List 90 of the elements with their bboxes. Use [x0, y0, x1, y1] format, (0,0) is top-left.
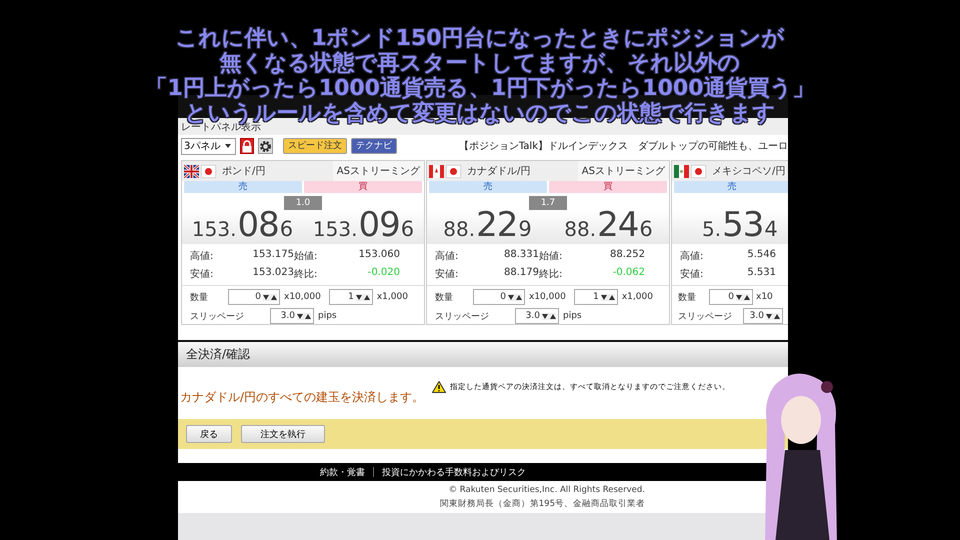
- stat-value: 153.023: [252, 267, 294, 280]
- flag-icon: [674, 164, 689, 178]
- ask-price[interactable]: 153.096: [312, 208, 414, 244]
- flag-icon: [429, 164, 444, 178]
- stat-value: 5.531: [746, 267, 776, 280]
- quantity-label: 数量: [435, 292, 454, 304]
- technavi-button[interactable]: テクナビ: [350, 138, 397, 154]
- slippage-label: スリッページ: [190, 310, 245, 322]
- slippage-label: スリッページ: [435, 310, 490, 322]
- stat-value: 5.546: [746, 249, 776, 262]
- confirm-message: カナダドル/円のすべての建玉を決済します。: [180, 388, 424, 406]
- flag-icon: [446, 164, 461, 178]
- spinner-arrows-icon[interactable]: [542, 312, 556, 320]
- stat-label: 高値:: [680, 250, 704, 263]
- stat-value: 153.060: [358, 249, 400, 262]
- bid-price[interactable]: 88.22 9: [443, 208, 532, 244]
- unit-label: pips: [318, 311, 337, 321]
- section-title: 全決済/確認: [186, 346, 250, 363]
- spinner-arrows-icon[interactable]: [766, 312, 780, 320]
- quantity-input[interactable]: 0: [473, 289, 525, 305]
- footer-link[interactable]: 約款・覚書: [320, 466, 365, 478]
- feed-label: ASストリーミング: [578, 161, 669, 181]
- subtitle-line: 無くなる状態で再スタートしてますが、それ以外の: [220, 51, 740, 76]
- stat-label: 終比:: [294, 268, 318, 281]
- currency-pair: ポンド/円: [222, 165, 266, 178]
- spinner-arrows-icon[interactable]: [297, 312, 311, 320]
- stat-label: 安値:: [680, 268, 704, 281]
- warning-icon: [432, 381, 446, 393]
- unit-label: x10,000: [284, 292, 321, 302]
- spinner-arrows-icon[interactable]: [508, 294, 522, 300]
- flag-icon: [201, 164, 216, 178]
- spinner-arrows-icon[interactable]: [600, 294, 615, 300]
- bid-price[interactable]: 153.086: [192, 208, 294, 244]
- stat-label: 高値:: [435, 250, 460, 263]
- action-button[interactable]: 戻る: [186, 425, 232, 443]
- quantity-input[interactable]: 0: [709, 289, 753, 305]
- unit-label: x1,000: [622, 292, 653, 302]
- sell-label: 売: [674, 181, 788, 193]
- quantity-input[interactable]: 1: [328, 289, 373, 305]
- stat-label: 終比:: [539, 268, 564, 281]
- spinner-arrows-icon[interactable]: [356, 294, 370, 300]
- unit-label: x1,000: [376, 292, 408, 302]
- stat-label: 始値:: [539, 250, 564, 263]
- registration-text: 関東財務局長（金商）第195号、金融商品取引業者: [440, 498, 645, 510]
- stat-value: -0.062: [612, 267, 645, 280]
- lock-button[interactable]: [240, 138, 254, 154]
- slippage-input[interactable]: 3.0: [515, 308, 559, 324]
- ask-price[interactable]: 88.246: [564, 208, 653, 244]
- settings-button[interactable]: [258, 138, 273, 154]
- stat-value: 88.179: [503, 267, 539, 280]
- stat-label: 安値:: [190, 268, 214, 281]
- spinner-arrows-icon[interactable]: [263, 294, 277, 300]
- spinner-arrows-icon[interactable]: [736, 294, 750, 300]
- stat-label: 安値:: [435, 268, 460, 281]
- slippage-input[interactable]: 3.0: [270, 308, 314, 324]
- subtitle-line: これに伴い、1ポンド150円台になったときにポジションが: [175, 26, 785, 51]
- stat-label: 高値:: [190, 250, 214, 263]
- news-ticker[interactable]: 【ポジションTalk】ドルインデックス ダブルトップの可能性も、ユーロ: [458, 139, 788, 153]
- sell-label: 売: [184, 181, 302, 193]
- stat-value: -0.020: [366, 267, 400, 280]
- panel-select[interactable]: 3パネル: [181, 138, 236, 154]
- buy-label: 買: [549, 181, 667, 193]
- flag-icon: [184, 164, 199, 178]
- footer-link[interactable]: 投資にかかわる手数料およびリスク: [382, 466, 526, 478]
- stat-value: 88.331: [503, 249, 539, 262]
- unit-label: pips: [563, 311, 582, 321]
- feed-label: ASストリーミング: [332, 161, 424, 181]
- quantity-input[interactable]: 0: [228, 289, 280, 305]
- spread-badge: 1.7: [529, 196, 567, 210]
- currency-pair: メキシコペソ/円: [712, 165, 786, 178]
- buy-label: 買: [304, 181, 422, 193]
- quantity-input[interactable]: 1: [574, 289, 618, 305]
- speed-order-button[interactable]: スピード注文: [282, 138, 347, 154]
- spread-badge: 1.0: [284, 196, 322, 210]
- flag-icon: [691, 164, 706, 178]
- unit-label: x10: [756, 292, 773, 302]
- quantity-label: 数量: [190, 292, 209, 304]
- unit-label: x10,000: [529, 292, 566, 302]
- action-button[interactable]: 注文を執行: [241, 425, 325, 443]
- slippage-input[interactable]: 3.0: [743, 308, 783, 324]
- stat-value: 88.252: [609, 249, 645, 262]
- copyright-text: © Rakuten Securities,Inc. All Rights Reserved.: [448, 484, 645, 494]
- caret-icon: [224, 144, 231, 148]
- slippage-label: スリッページ: [678, 310, 733, 322]
- quantity-label: 数量: [678, 292, 697, 304]
- subtitle-line: 「1円上がったら1000通貨売る、1円下がったら1000通貨買う」: [145, 76, 815, 101]
- stat-label: 始値:: [294, 250, 318, 263]
- sell-label: 売: [429, 181, 547, 193]
- currency-pair: カナダドル/円: [467, 165, 530, 178]
- stat-value: 153.175: [252, 249, 294, 262]
